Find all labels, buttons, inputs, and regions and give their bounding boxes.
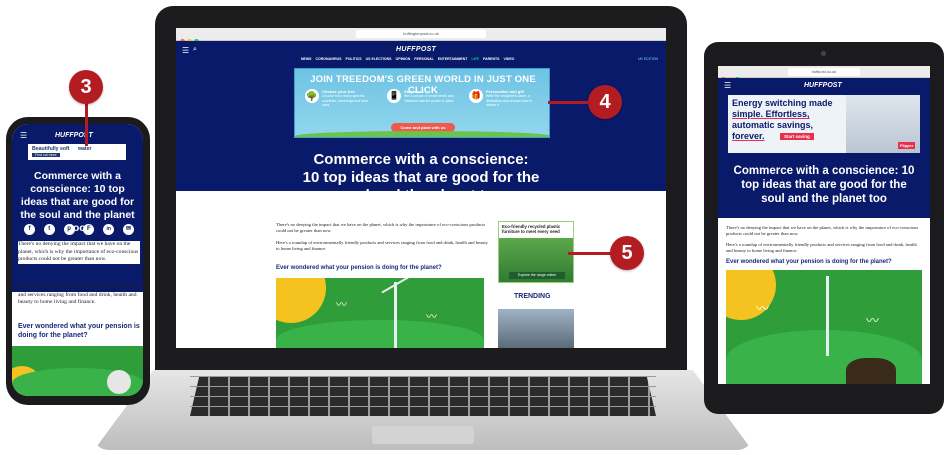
marker-5-lead (568, 252, 614, 255)
tablet-header: ☰ HUFFPOST Energy switching made simple.… (718, 78, 930, 218)
site-header: ☰ ⌕ HUFFPOST NEWS CORONAVIRUS POLITICS US E… (176, 41, 666, 204)
laptop-article-image: 〰 〰 (276, 278, 484, 348)
sidebar-ad[interactable]: Eco-friendly recycled plastic furniture … (498, 221, 574, 283)
tablet-address-bar[interactable]: huffpost.co.uk (788, 68, 860, 76)
edition-link[interactable]: UK EDITION (638, 57, 658, 61)
phone-menu-icon[interactable]: ☰ (20, 131, 27, 140)
share-icons: f t p F in ✉ (24, 224, 134, 235)
nav-item[interactable]: CORONAVIRUS (316, 57, 342, 61)
treedom-banner-ad[interactable]: JOIN TREEDOM'S GREEN WORLD IN JUST ONE C… (294, 68, 550, 138)
laptop-para-1: There's no denying the impact that we ha… (276, 222, 486, 233)
nav-item[interactable]: OPINION (396, 57, 411, 61)
trending-heading: TRENDING (514, 293, 551, 300)
laptop-screen: huffingtonpost.co.uk ☰ ⌕ HUFFPOST NEWS CO… (176, 28, 666, 348)
banner-col-1-text: Choose from many species, countries, mea… (322, 94, 368, 107)
phone-para-1: There's no denying the impact that we ha… (18, 241, 140, 264)
nav-item[interactable]: VIDEO (504, 57, 515, 61)
main-nav: NEWS CORONAVIRUS POLITICS US ELECTIONS OPINI… (301, 57, 541, 61)
facebook-icon[interactable]: f (24, 224, 35, 235)
twitter-icon[interactable]: t (43, 224, 55, 235)
tree-icon: 🌳 (305, 89, 319, 103)
tablet-headline: Commerce with a conscience: 10 top ideas… (733, 165, 915, 205)
phone-ad[interactable]: Beautifully soft water Find out more (28, 144, 126, 160)
marker-4-lead (548, 101, 592, 104)
tablet-article-image: 〰 〰 (726, 270, 922, 384)
nav-item[interactable]: PERSONAL (414, 57, 433, 61)
tablet-ad-line-2: simple. Effortless, (732, 109, 810, 119)
tablet-wind-turbine-icon (826, 276, 829, 356)
nav-item[interactable]: POLITICS (346, 57, 362, 61)
laptop-trackpad[interactable] (372, 426, 474, 444)
laptop-headline: Commerce with a conscience: 10 top ideas… (302, 151, 540, 204)
tablet-menu-icon[interactable]: ☰ (724, 81, 731, 90)
email-icon[interactable]: ✉ (122, 224, 134, 235)
banner-hills (295, 131, 549, 137)
tablet-ad-line-1: Energy switching made (732, 98, 833, 108)
wind-turbine-icon (394, 282, 397, 348)
banner-col-2: 📱 Stay close We a unique of small seeds … (387, 89, 457, 103)
phone-ad-title: Beautifully soft (32, 146, 70, 152)
menu-icon[interactable]: ☰ (182, 46, 189, 55)
tablet-camera (821, 51, 826, 56)
phone-ad-title-bold: water (78, 146, 92, 152)
tablet-para-2: Here's a roundup of environmentally frie… (726, 242, 917, 253)
marker-3: 3 (69, 70, 103, 104)
banner-col-3-text: Write the recipient's name, a dedication… (486, 94, 533, 107)
nav-item[interactable]: PARENTS (483, 57, 499, 61)
address-bar[interactable]: huffingtonpost.co.uk (356, 30, 486, 38)
site-logo[interactable]: HUFFPOST (396, 46, 436, 53)
phone-header: ☰ HUFFPOST Beautifully soft water Find o… (12, 124, 143, 292)
tablet-ad-logo: Flipper (898, 142, 916, 149)
tablet-ad-line-3: automatic savings, (732, 120, 814, 130)
linkedin-icon[interactable]: in (103, 224, 115, 235)
phone-ad-cta[interactable]: Find out more (32, 153, 60, 157)
banner-col-2-text: We a unique of small seeds and Treedom h… (404, 94, 454, 103)
tablet-screen: huffpost.co.uk ☰ HUFFPOST Energy switchi… (718, 66, 930, 384)
marker-5: 5 (610, 236, 644, 270)
pinterest-icon[interactable]: p (63, 224, 75, 235)
phone-para-2: Here's a roundup of environmentally frie… (18, 284, 140, 305)
phone-icon: 📱 (387, 89, 401, 103)
tablet-logo[interactable]: HUFFPOST (804, 82, 842, 89)
trending-image[interactable] (498, 309, 574, 348)
devices-mockup: huffingtonpost.co.uk ☰ ⌕ HUFFPOST NEWS CO… (0, 0, 947, 455)
tablet-para-1: There's no denying the impact that we ha… (726, 225, 919, 236)
sidebar-ad-cta[interactable]: Explore the range online (509, 272, 565, 279)
laptop-subheading: Ever wondered what your pension is doing… (276, 265, 442, 271)
tablet-energy-ad[interactable]: Energy switching made simple. Effortless… (728, 95, 920, 153)
sidebar-ad-title: Eco-friendly recycled plastic furniture … (502, 224, 561, 234)
marker-4: 4 (588, 85, 622, 119)
nav-item[interactable]: LIFE (471, 57, 479, 61)
laptop-para-2: Here's a roundup of environmentally frie… (276, 240, 488, 251)
flipboard-icon[interactable]: F (83, 224, 95, 235)
gift-icon: 🎁 (469, 89, 483, 103)
banner-col-3: 🎁 Personalise and gift Write the recipie… (469, 89, 541, 108)
banner-col-1: 🌳 Choose your tree Choose from many spec… (305, 89, 375, 108)
tablet-ad-line-4: forever. (732, 131, 765, 141)
phone-article-image (12, 346, 143, 396)
phone-screen: ☰ HUFFPOST Beautifully soft water Find o… (12, 124, 143, 396)
tablet-ad-cta[interactable]: Start saving (780, 133, 814, 140)
search-icon[interactable]: ⌕ (193, 46, 197, 54)
laptop-keyboard-rows (190, 376, 656, 416)
nav-item[interactable]: NEWS (301, 57, 312, 61)
tablet-subheading: Ever wondered what your pension is doing… (726, 259, 892, 265)
phone-subheading: Ever wondered what your pension is doing… (18, 323, 140, 339)
tablet-browser-toolbar: huffpost.co.uk (718, 66, 930, 82)
nav-item[interactable]: ENTERTAINMENT (438, 57, 468, 61)
marker-3-lead (85, 98, 88, 146)
nav-item[interactable]: US ELECTIONS (366, 57, 392, 61)
browser-toolbar: huffingtonpost.co.uk (176, 28, 666, 44)
